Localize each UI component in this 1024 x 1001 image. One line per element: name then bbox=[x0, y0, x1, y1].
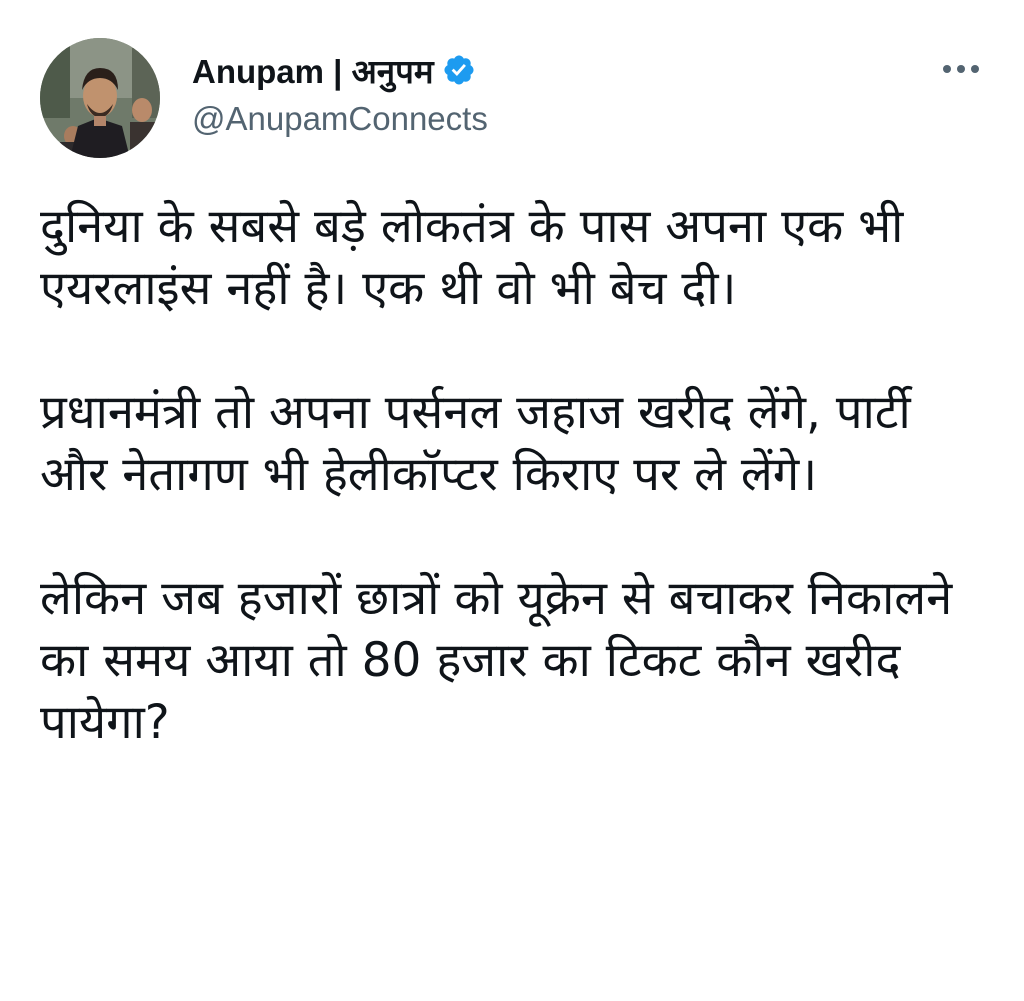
author-avatar[interactable] bbox=[40, 38, 160, 158]
more-options-icon bbox=[943, 65, 979, 73]
author-name-row[interactable]: Anupam | अनुपम bbox=[192, 50, 476, 90]
tweet-card: Anupam | अनुपम @AnupamConnects दुनिया के… bbox=[0, 0, 1024, 1001]
tweet-paragraph-2: प्रधानमंत्री तो अपना पर्सनल जहाज खरीद ले… bbox=[40, 385, 911, 502]
verified-badge-icon bbox=[442, 53, 476, 87]
author-display-name[interactable]: Anupam | अनुपम bbox=[192, 48, 434, 93]
tweet-text: दुनिया के सबसे बड़े लोकतंत्र के पास अपना… bbox=[40, 196, 990, 754]
author-handle[interactable]: @AnupamConnects bbox=[192, 100, 488, 138]
tweet-paragraph-3: लेकिन जब हजारों छात्रों को यूक्रेन से बच… bbox=[40, 571, 953, 750]
tweet-paragraph-1: दुनिया के सबसे बड़े लोकतंत्र के पास अपना… bbox=[40, 199, 904, 316]
more-options-button[interactable] bbox=[938, 52, 984, 86]
profile-photo-icon bbox=[40, 38, 160, 158]
